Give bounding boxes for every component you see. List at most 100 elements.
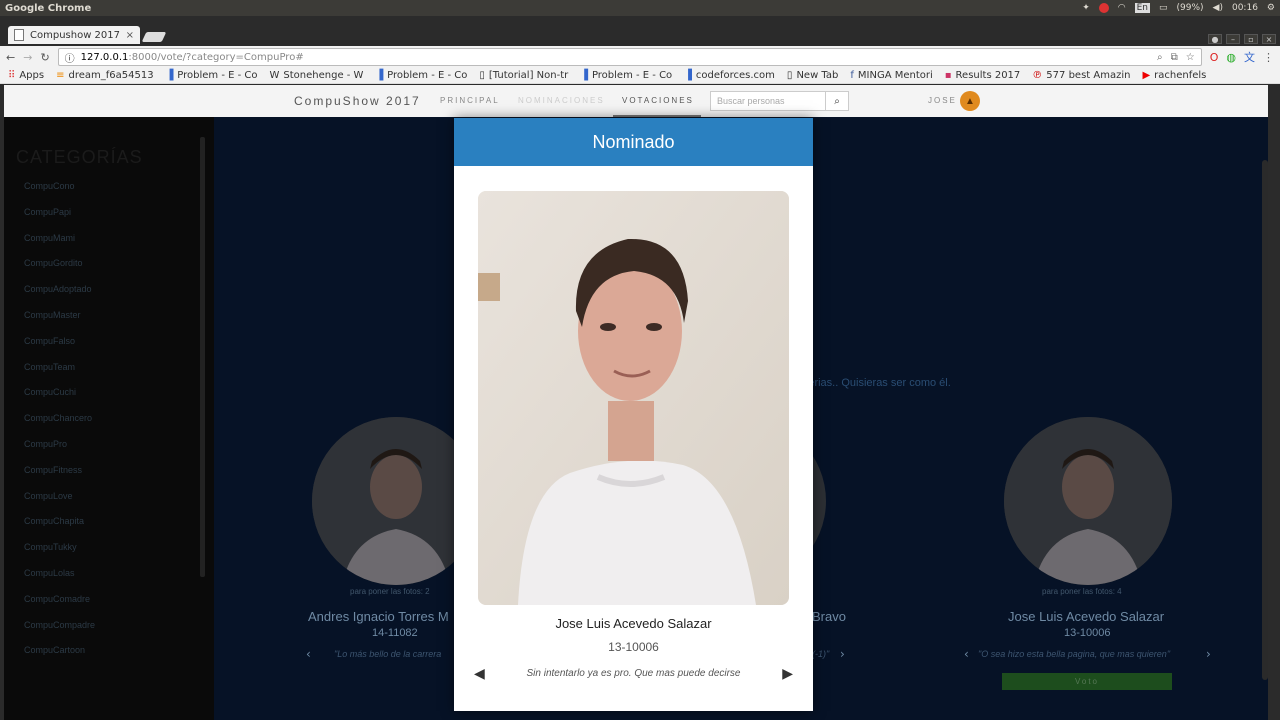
url-host: 127.0.0.1	[80, 51, 129, 63]
address-bar[interactable]: ⓘ 127.0.0.1:8000/vote/?category=CompuPro…	[57, 48, 1202, 66]
apps-grid-icon: ⠿	[8, 70, 16, 81]
category-item[interactable]: CompuPapi	[24, 207, 95, 233]
category-item[interactable]: CompuGordito	[24, 258, 95, 284]
bookmark-item[interactable]: ▪ Results 2017	[945, 70, 1021, 81]
bookmark-item[interactable]: f MINGA Mentori	[850, 70, 932, 81]
translate-icon[interactable]: ⧉	[1171, 52, 1178, 63]
notification-icon[interactable]	[1098, 3, 1109, 13]
info-icon[interactable]: ⓘ	[65, 50, 75, 65]
category-sidebar: CATEGORÍAS CompuCono CompuPapi CompuMami…	[4, 117, 214, 720]
category-item[interactable]: CompuLove	[24, 491, 95, 517]
opera-extension-icon[interactable]: O	[1210, 51, 1219, 64]
chrome-menu-icon[interactable]: ⋮	[1263, 51, 1274, 64]
clock: 00:16	[1231, 3, 1258, 13]
translate-extension-icon[interactable]: 文	[1244, 49, 1255, 65]
browser-tab[interactable]: Compushow 2017 ×	[8, 26, 140, 44]
bookmark-item[interactable]: ▐ Problem - E - Co	[375, 70, 467, 81]
bookmarks-bar: ⠿ Apps ≡ dream_f6a54513 ▐ Problem - E - Co …	[0, 68, 1280, 84]
back-arrow-icon[interactable]: ←	[6, 51, 15, 64]
bar-chart-icon: ▐	[580, 70, 588, 81]
nominee-photo[interactable]	[1004, 417, 1172, 585]
nominee-quote: (-1)"	[812, 649, 830, 659]
sidebar-title: CATEGORÍAS	[16, 147, 143, 167]
nav-nominaciones[interactable]: NOMINACIONES	[518, 96, 605, 105]
volume-icon[interactable]: ◀)	[1213, 3, 1223, 13]
prev-quote-icon[interactable]: ‹	[964, 647, 969, 661]
site-brand[interactable]: CompuShow 2017	[294, 94, 421, 108]
page-icon	[14, 29, 24, 41]
maximize-icon[interactable]: ▫	[1244, 34, 1258, 44]
category-item[interactable]: CompuPro	[24, 439, 95, 465]
nominee-name: Andres Ignacio Torres M	[308, 609, 449, 624]
category-item[interactable]: CompuCartoon	[24, 645, 95, 671]
forward-arrow-icon[interactable]: →	[23, 51, 32, 64]
youtube-icon: ▶	[1142, 70, 1151, 81]
nominee-modal: Nominado Jose Luis Acevedo Salazar 13-10…	[454, 118, 813, 711]
category-item[interactable]: CompuMaster	[24, 310, 95, 336]
nominee-id: 14-11082	[372, 627, 418, 639]
nominee-large-photo	[478, 191, 789, 605]
bookmark-item[interactable]: ▐ Problem - E - Co	[580, 70, 672, 81]
next-quote-icon[interactable]: ›	[1206, 647, 1211, 661]
category-item[interactable]: CompuCono	[24, 181, 95, 207]
nominee-name: Jose Luis Acevedo Salazar	[1008, 609, 1165, 624]
reload-icon[interactable]: ↻	[40, 51, 49, 64]
category-item[interactable]: CompuFalso	[24, 336, 95, 362]
category-item[interactable]: CompuLolas	[24, 568, 95, 594]
user-menu[interactable]: JOSE	[928, 96, 957, 105]
zoom-icon[interactable]: ⌕	[1157, 52, 1163, 63]
dropbox-icon[interactable]: ✦	[1082, 3, 1090, 13]
modal-nominee-name: Jose Luis Acevedo Salazar	[555, 616, 712, 631]
nominee-quote: "O sea hizo esta bella pagina, que mas q…	[978, 649, 1171, 659]
vote-button[interactable]: Voto	[1002, 673, 1172, 690]
bookmark-item[interactable]: W Stonehenge - W	[270, 70, 364, 81]
category-item[interactable]: CompuChapita	[24, 516, 95, 542]
page-scrollbar[interactable]	[1262, 160, 1268, 680]
user-avatar-icon[interactable]: ▲	[960, 91, 980, 111]
category-item[interactable]: CompuFitness	[24, 465, 95, 491]
profile-icon[interactable]: ●	[1208, 34, 1222, 44]
results-icon: ▪	[944, 70, 952, 81]
bookmark-item[interactable]: ▯ [Tutorial] Non-tr	[479, 70, 568, 81]
browser-toolbar: ← → ↻ ⓘ 127.0.0.1:8000/vote/?category=Co…	[0, 46, 1280, 68]
minimize-icon[interactable]: –	[1226, 34, 1240, 44]
wikipedia-icon: W	[269, 70, 280, 81]
bookmark-item[interactable]: ▐ Problem - E - Co	[166, 70, 258, 81]
modal-prev-arrow-icon[interactable]: ◀	[474, 666, 485, 682]
battery-icon[interactable]: ▭	[1159, 3, 1168, 13]
category-item[interactable]: CompuComadre	[24, 594, 95, 620]
prev-quote-icon[interactable]: ‹	[306, 647, 311, 661]
category-item[interactable]: CompuChancero	[24, 413, 95, 439]
wifi-icon[interactable]: ◠	[1118, 3, 1126, 13]
category-item[interactable]: CompuTukky	[24, 542, 95, 568]
search-icon: ⌕	[834, 95, 840, 107]
nav-votaciones[interactable]: VOTACIONES	[622, 96, 694, 105]
search-input[interactable]: Buscar personas	[710, 91, 826, 111]
new-tab-button[interactable]	[141, 32, 167, 42]
bookmark-apps[interactable]: ⠿ Apps	[8, 70, 44, 81]
bar-chart-icon: ▐	[684, 70, 692, 81]
modal-nominee-id: 13-10006	[608, 640, 659, 654]
next-quote-icon[interactable]: ›	[840, 647, 845, 661]
category-item[interactable]: CompuAdoptado	[24, 284, 95, 310]
settings-gear-icon[interactable]: ⚙	[1267, 3, 1275, 13]
bookmark-item[interactable]: ▶ rachenfels	[1142, 70, 1206, 81]
keyboard-lang[interactable]: En	[1134, 3, 1150, 13]
extension-new-icon[interactable]: ◍	[1226, 51, 1236, 64]
nominee-portrait-icon	[478, 191, 789, 605]
sidebar-scrollbar[interactable]	[200, 137, 205, 577]
category-item[interactable]: CompuMami	[24, 233, 95, 259]
tab-close-icon[interactable]: ×	[126, 30, 134, 41]
bookmark-star-icon[interactable]: ☆	[1186, 52, 1195, 63]
bookmark-item[interactable]: ℗ 577 best Amazin	[1032, 70, 1130, 81]
modal-next-arrow-icon[interactable]: ▶	[782, 666, 793, 682]
search-button[interactable]: ⌕	[825, 91, 849, 111]
nav-principal[interactable]: PRINCIPAL	[440, 96, 500, 105]
category-item[interactable]: CompuTeam	[24, 362, 95, 388]
bookmark-item[interactable]: ▐ codeforces.com	[684, 70, 775, 81]
category-item[interactable]: CompuCuchi	[24, 387, 95, 413]
bookmark-item[interactable]: ▯ New Tab	[787, 70, 838, 81]
close-window-icon[interactable]: ×	[1262, 34, 1276, 44]
category-item[interactable]: CompuCompadre	[24, 620, 95, 646]
bookmark-item[interactable]: ≡ dream_f6a54513	[56, 70, 153, 81]
